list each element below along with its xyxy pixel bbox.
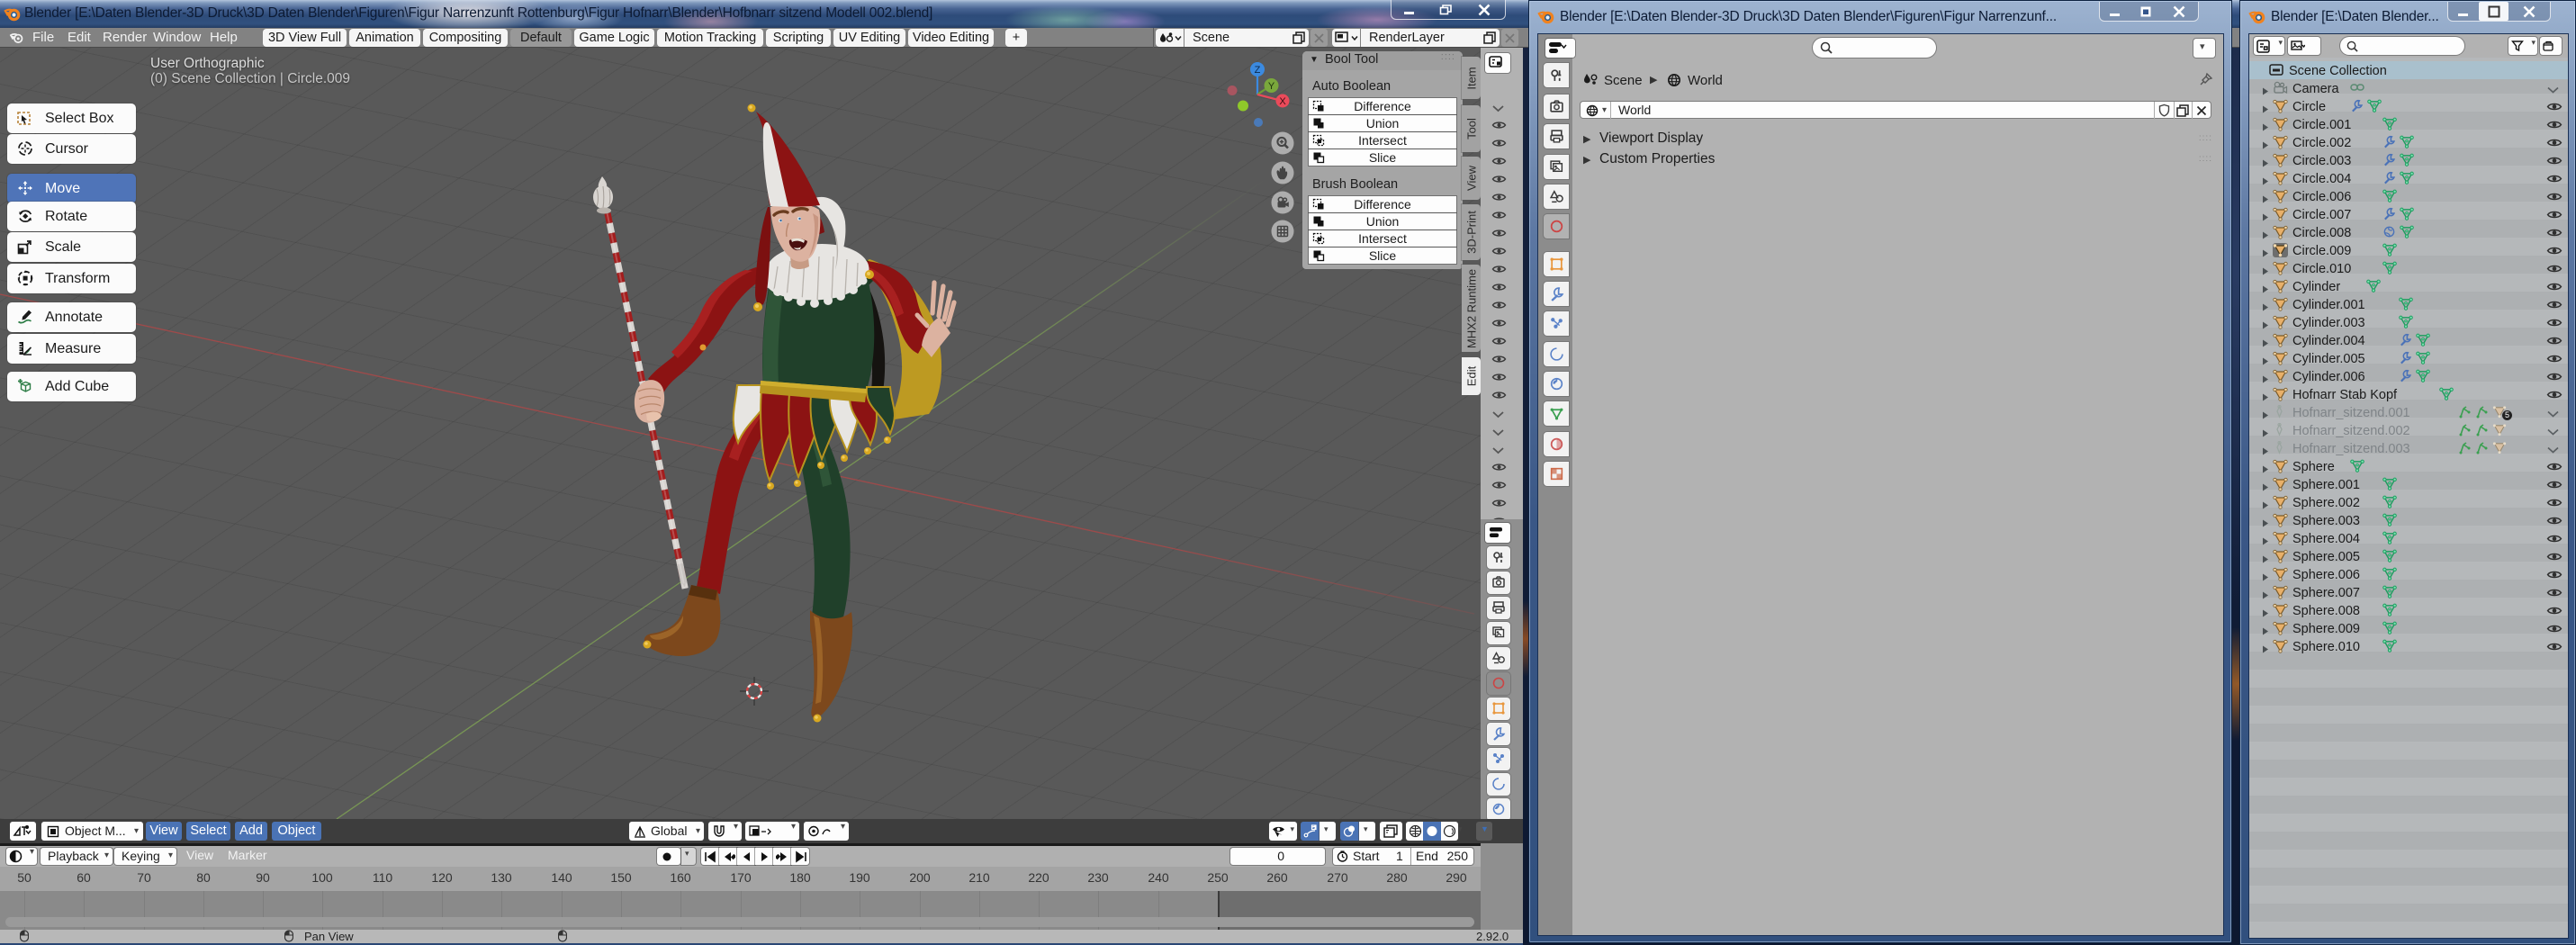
svg-text:Z: Z: [1255, 65, 1261, 76]
svg-text:X: X: [1279, 96, 1286, 107]
svg-text:Y: Y: [1268, 81, 1275, 92]
